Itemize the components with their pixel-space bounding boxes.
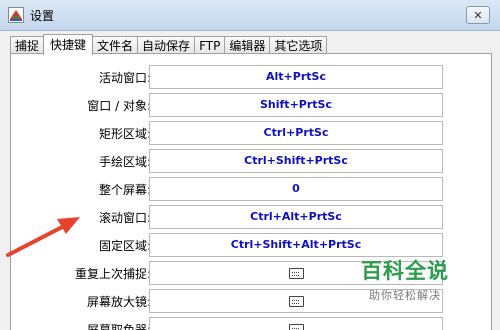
tab-hotkeys[interactable]: 快捷键 — [43, 34, 94, 55]
title-bar: 设置 ✕ — [0, 0, 500, 31]
hotkey-row-freehand-region: 手绘区域: Ctrl+Shift+PrtSc — [11, 149, 491, 173]
hotkey-input-color-picker[interactable] — [149, 317, 443, 330]
keyboard-icon — [288, 323, 304, 330]
tab-bar: 捕捉 快捷键 文件名 自动保存 FTP 编辑器 其它选项 — [10, 34, 328, 55]
hotkey-row-window-object: 窗口 / 对象: Shift+PrtSc — [11, 93, 491, 117]
watermark-title: 百科全说 — [361, 259, 449, 283]
hotkey-input-rectangle-region[interactable]: Ctrl+PrtSc — [149, 121, 443, 145]
hotkey-input-full-screen[interactable]: 0 — [149, 177, 443, 201]
hotkey-input-active-window[interactable]: Alt+PrtSc — [149, 65, 443, 89]
hotkey-label: 窗口 / 对象: — [87, 99, 151, 113]
settings-window: 设置 ✕ 捕捉 快捷键 文件名 自动保存 FTP 编辑器 其它选项 活动窗口: … — [0, 0, 500, 330]
hotkey-label: 屏幕取色器: — [86, 323, 151, 330]
hotkey-input-window-object[interactable]: Shift+PrtSc — [149, 93, 443, 117]
keyboard-icon — [288, 267, 304, 279]
hotkey-row-scrolling-window: 滚动窗口: Ctrl+Alt+PrtSc — [11, 205, 491, 229]
watermark: 百科全说 助你轻松解决 — [345, 255, 465, 303]
window-title: 设置 — [30, 9, 55, 23]
hotkey-row-fixed-region: 固定区域: Ctrl+Shift+Alt+PrtSc — [11, 233, 491, 257]
hotkey-label: 固定区域: — [98, 239, 151, 253]
hotkey-input-scrolling-window[interactable]: Ctrl+Alt+PrtSc — [149, 205, 443, 229]
hotkey-row-full-screen: 整个屏幕: 0 — [11, 177, 491, 201]
hotkey-label: 重复上次捕捉: — [74, 267, 151, 281]
hotkey-input-fixed-region[interactable]: Ctrl+Shift+Alt+PrtSc — [149, 233, 443, 257]
hotkey-label: 屏幕放大镜: — [86, 295, 151, 309]
hotkey-label: 手绘区域: — [98, 155, 151, 169]
hotkey-input-freehand-region[interactable]: Ctrl+Shift+PrtSc — [149, 149, 443, 173]
hotkey-row-active-window: 活动窗口: Alt+PrtSc — [11, 65, 491, 89]
keyboard-icon — [288, 295, 304, 307]
watermark-subtitle: 助你轻松解决 — [369, 289, 441, 302]
hotkey-label: 矩形区域: — [98, 127, 151, 141]
hotkey-row-color-picker: 屏幕取色器: — [11, 317, 491, 330]
hotkey-label: 整个屏幕: — [98, 183, 151, 197]
close-icon: ✕ — [473, 8, 483, 22]
hotkey-label: 活动窗口: — [98, 71, 151, 85]
hotkey-row-rectangle-region: 矩形区域: Ctrl+PrtSc — [11, 121, 491, 145]
close-button[interactable]: ✕ — [466, 6, 490, 24]
hotkey-label: 滚动窗口: — [98, 211, 151, 225]
app-icon — [8, 7, 24, 23]
